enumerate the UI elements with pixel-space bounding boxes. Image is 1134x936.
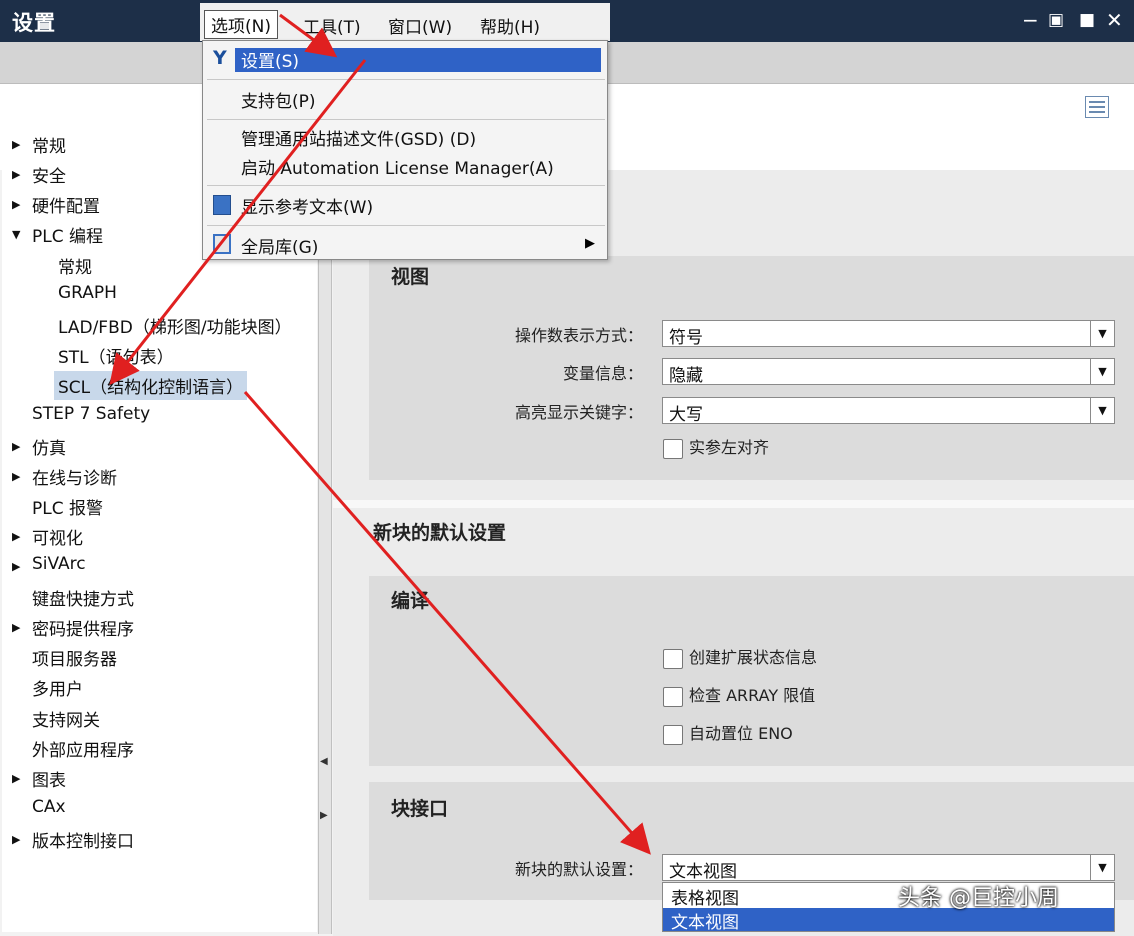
arrow-to-block-interface: [243, 391, 651, 855]
settings-window: 设置 选项(N) 工具(T) 窗口(W) 帮助(H) − ▣ ■ ✕ ▶ 常规 …: [0, 0, 1134, 936]
watermark: 头条 @巨控小周: [898, 886, 1059, 911]
annotation-arrows: [109, 13, 651, 855]
arrow-to-settings: [279, 13, 338, 58]
arrow-to-scl: [109, 59, 367, 386]
